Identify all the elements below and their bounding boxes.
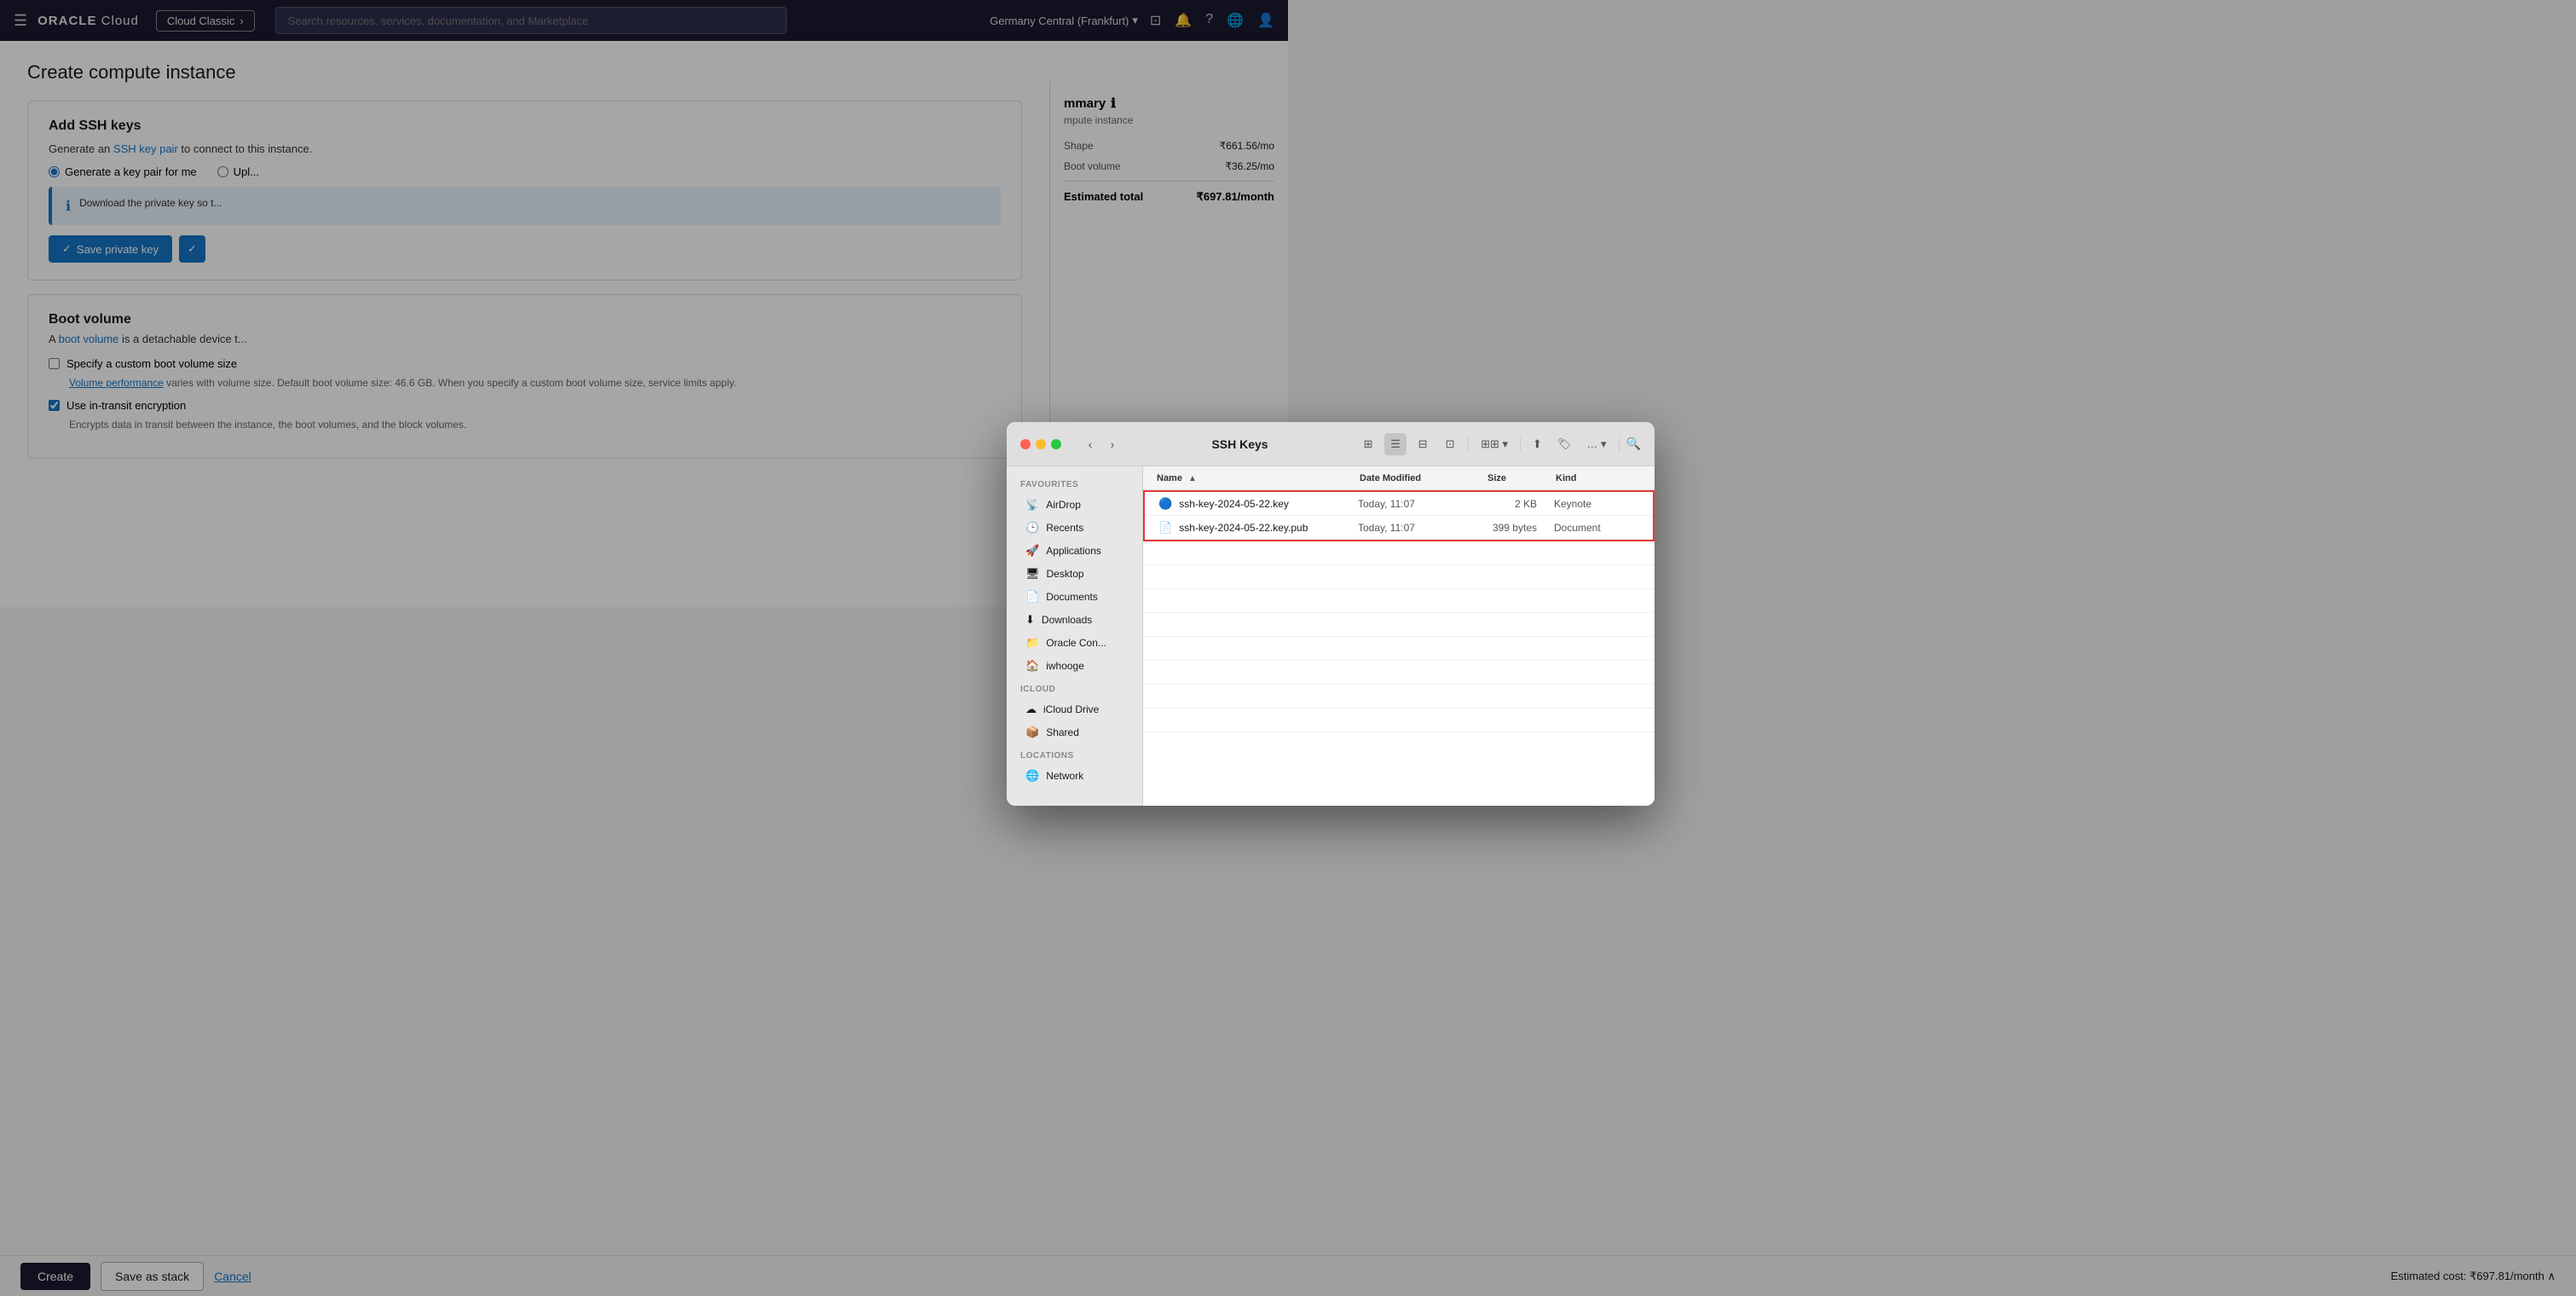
more-options-button[interactable]: … ▾ [1581,434,1611,454]
list-view-button[interactable]: ☰ [1384,433,1406,455]
empty-row-8 [1143,709,1655,732]
favourites-section-label: Favourites [1007,473,1142,493]
sidebar-item-shared-label: Shared [1046,726,1079,738]
sidebar-item-oracle-label: Oracle Con... [1046,637,1106,649]
file-name-key: ssh-key-2024-05-22.key [1179,498,1358,510]
sidebar-item-desktop-label: Desktop [1047,568,1084,580]
maximize-button[interactable] [1051,439,1061,449]
empty-row-3 [1143,589,1655,613]
sidebar-item-downloads-label: Downloads [1042,614,1092,626]
finder-window: ‹ › SSH Keys ⊞ ☰ ⊟ ⊡ ⊞⊞ ▾ ⬆ 🏷 … ▾ 🔍 [1007,422,1655,806]
sidebar-item-documents[interactable]: 📄 Documents [1012,586,1137,608]
grid-options-button[interactable]: ⊞⊞ ▾ [1476,434,1513,454]
selected-files-group: 🔵 ssh-key-2024-05-22.key Today, 11:07 2 … [1143,490,1655,541]
file-kind-key: Keynote [1554,498,1639,510]
empty-row-2 [1143,565,1655,589]
sidebar-item-network-label: Network [1046,770,1083,782]
finder-file-list: Name ▲ Date Modified Size Kind 🔵 ssh-key… [1143,466,1655,806]
sidebar-item-desktop[interactable]: 🖥 Desktop [1012,563,1137,585]
finder-toolbar-right: ⊞ ☰ ⊟ ⊡ ⊞⊞ ▾ ⬆ 🏷 … ▾ 🔍 [1357,433,1641,455]
keynote-file-icon: 🔵 [1158,497,1172,511]
locations-section-label: Locations [1007,744,1142,764]
icon-view-button[interactable]: ⊞ [1357,433,1379,455]
traffic-lights [1020,439,1061,449]
icloud-drive-icon: ☁ [1025,703,1037,716]
sidebar-item-iwhooge[interactable]: 🏠 iwhooge [1012,655,1137,677]
finder-back-button[interactable]: ‹ [1080,434,1100,454]
sidebar-item-iwhooge-label: iwhooge [1046,660,1084,672]
desktop-icon: 🖥 [1025,567,1040,581]
file-kind-pub: Document [1554,522,1639,534]
applications-icon: 🚀 [1025,544,1039,558]
file-name-pub: ssh-key-2024-05-22.key.pub [1179,522,1358,534]
airdrop-icon: 📡 [1025,498,1039,512]
sidebar-item-airdrop-label: AirDrop [1046,499,1081,511]
col-date-header[interactable]: Date Modified [1360,473,1487,483]
column-view-button[interactable]: ⊟ [1412,433,1434,455]
file-date-key: Today, 11:07 [1358,498,1486,510]
file-date-pub: Today, 11:07 [1358,522,1486,534]
icloud-section-label: iCloud [1007,678,1142,697]
finder-titlebar: ‹ › SSH Keys ⊞ ☰ ⊟ ⊡ ⊞⊞ ▾ ⬆ 🏷 … ▾ 🔍 [1007,422,1655,466]
network-icon: 🌐 [1025,769,1039,783]
sidebar-item-icloud-drive[interactable]: ☁ iCloud Drive [1012,698,1137,720]
toolbar-separator2 [1520,437,1521,452]
file-size-pub: 399 bytes [1486,522,1554,534]
empty-row-4 [1143,613,1655,637]
file-size-key: 2 KB [1486,498,1554,510]
sidebar-item-shared[interactable]: 📦 Shared [1012,721,1137,743]
sidebar-item-recents[interactable]: 🕒 Recents [1012,517,1137,539]
sidebar-item-recents-label: Recents [1046,522,1083,534]
sidebar-item-icloud-label: iCloud Drive [1043,703,1099,715]
documents-icon: 📄 [1025,590,1039,604]
finder-search-button[interactable]: 🔍 [1626,437,1641,451]
oracle-folder-icon: 📁 [1025,636,1039,650]
toolbar-separator3 [1619,437,1620,452]
file-row-key[interactable]: 🔵 ssh-key-2024-05-22.key Today, 11:07 2 … [1145,492,1653,516]
finder-overlay[interactable]: ‹ › SSH Keys ⊞ ☰ ⊟ ⊡ ⊞⊞ ▾ ⬆ 🏷 … ▾ 🔍 [0,0,2576,1296]
share-button[interactable]: ⬆ [1528,434,1547,454]
minimize-button[interactable] [1036,439,1046,449]
shared-icon: 📦 [1025,726,1039,739]
finder-forward-button[interactable]: › [1102,434,1123,454]
downloads-icon: ⬇ [1025,613,1035,627]
finder-list-body: 🔵 ssh-key-2024-05-22.key Today, 11:07 2 … [1143,490,1655,806]
home-icon: 🏠 [1025,659,1039,673]
sidebar-item-downloads[interactable]: ⬇ Downloads [1012,609,1137,631]
empty-row-5 [1143,637,1655,661]
gallery-view-button[interactable]: ⊡ [1439,433,1461,455]
empty-row-1 [1143,541,1655,565]
finder-window-title: SSH Keys [1131,437,1349,451]
finder-sidebar: Favourites 📡 AirDrop 🕒 Recents 🚀 Applica… [1007,466,1143,806]
finder-nav-buttons: ‹ › [1080,434,1123,454]
sidebar-item-documents-label: Documents [1046,591,1098,603]
close-button[interactable] [1020,439,1031,449]
file-row-pub[interactable]: 📄 ssh-key-2024-05-22.key.pub Today, 11:0… [1145,516,1653,540]
col-name-header[interactable]: Name ▲ [1157,473,1360,483]
sort-arrow-icon: ▲ [1188,474,1197,483]
toolbar-separator [1468,437,1469,452]
col-size-header[interactable]: Size [1487,473,1556,483]
sidebar-item-oracle[interactable]: 📁 Oracle Con... [1012,632,1137,654]
col-kind-header[interactable]: Kind [1556,473,1641,483]
tag-button[interactable]: 🏷 [1552,434,1577,454]
document-file-icon: 📄 [1158,521,1172,535]
empty-row-6 [1143,661,1655,685]
recents-icon: 🕒 [1025,521,1039,535]
sidebar-item-network[interactable]: 🌐 Network [1012,765,1137,787]
finder-list-header: Name ▲ Date Modified Size Kind [1143,466,1655,490]
sidebar-item-applications-label: Applications [1046,545,1101,557]
sidebar-item-airdrop[interactable]: 📡 AirDrop [1012,494,1137,516]
empty-row-7 [1143,685,1655,709]
sidebar-item-applications[interactable]: 🚀 Applications [1012,540,1137,562]
finder-body: Favourites 📡 AirDrop 🕒 Recents 🚀 Applica… [1007,466,1655,806]
